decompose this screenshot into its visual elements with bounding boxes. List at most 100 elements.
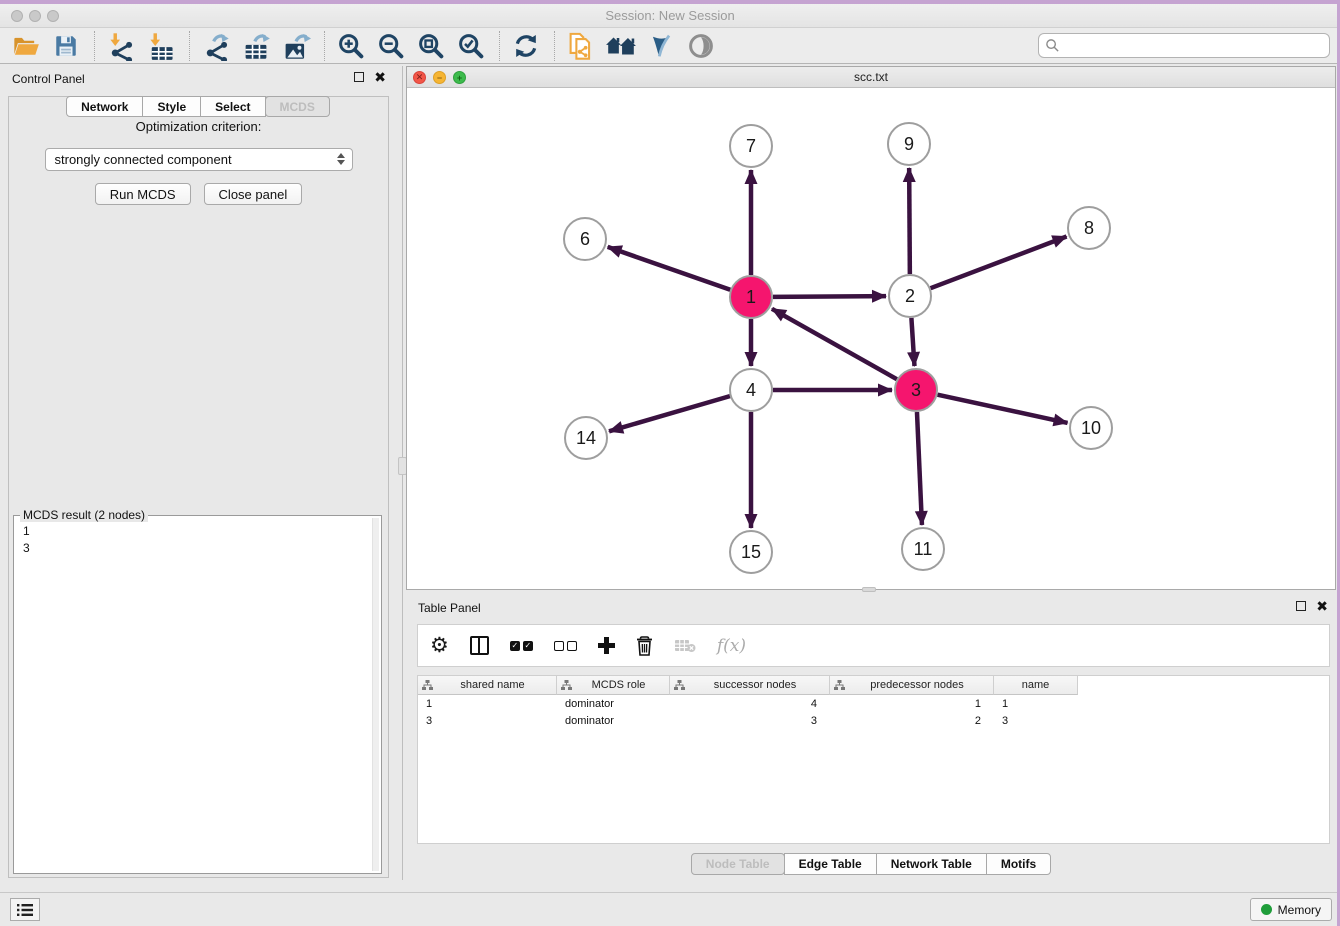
cell-name[interactable]: 1 — [994, 698, 1078, 710]
sort-icon — [834, 680, 845, 690]
toolbar-separator — [554, 31, 555, 61]
tab-network-table[interactable]: Network Table — [876, 853, 987, 875]
cell-mcds-role[interactable]: dominator — [557, 715, 670, 727]
cell-predecessor-nodes[interactable]: 2 — [830, 715, 994, 727]
export-image-icon[interactable] — [280, 30, 312, 62]
column-header-mcds-role[interactable]: MCDS role — [557, 676, 670, 695]
hide-details-icon[interactable] — [645, 30, 677, 62]
zoom-in-icon[interactable] — [335, 30, 367, 62]
tab-mcds[interactable]: MCDS — [265, 96, 330, 117]
toolbar-separator — [189, 31, 190, 61]
memory-label: Memory — [1278, 903, 1321, 917]
zoom-fit-icon[interactable] — [415, 30, 447, 62]
column-header-name[interactable]: name — [994, 676, 1078, 695]
node-table: shared name MCDS role successor nodes pr… — [417, 675, 1330, 844]
cell-successor-nodes[interactable]: 4 — [670, 698, 830, 710]
column-header-shared-name[interactable]: shared name — [418, 676, 557, 695]
graph-edge-4-14[interactable] — [609, 396, 730, 431]
mcds-result-list[interactable]: 1 3 — [17, 519, 371, 870]
network-graph[interactable]: 7968124314101511 — [407, 88, 1335, 589]
delete-row-icon[interactable] — [636, 636, 653, 656]
close-panel-icon[interactable]: ✖ — [374, 72, 386, 82]
network-window-titlebar[interactable]: ✕ − + scc.txt — [407, 67, 1335, 88]
float-table-panel-icon[interactable] — [1296, 601, 1306, 611]
search-icon — [1045, 38, 1060, 53]
tab-style[interactable]: Style — [142, 96, 201, 117]
graph-node-label-7: 7 — [746, 136, 756, 156]
table-row[interactable]: 3 dominator 3 2 3 — [418, 712, 1329, 729]
open-session-icon[interactable] — [10, 30, 42, 62]
network-resize-grip[interactable] — [862, 587, 876, 592]
cell-mcds-role[interactable]: dominator — [557, 698, 670, 710]
column-header-predecessor-nodes[interactable]: predecessor nodes — [830, 676, 994, 695]
tab-node-table[interactable]: Node Table — [691, 853, 785, 875]
close-table-panel-icon[interactable]: ✖ — [1316, 601, 1328, 611]
network-window-title: scc.txt — [407, 70, 1335, 84]
show-details-icon[interactable] — [685, 30, 717, 62]
optimization-criterion-value: strongly connected component — [55, 152, 232, 167]
network-from-selection-icon[interactable] — [565, 30, 597, 62]
import-network-icon[interactable] — [105, 30, 137, 62]
tab-select[interactable]: Select — [200, 96, 265, 117]
graph-edge-1-2[interactable] — [773, 296, 886, 297]
run-mcds-button[interactable]: Run MCDS — [95, 183, 191, 205]
tab-motifs[interactable]: Motifs — [986, 853, 1051, 875]
cell-shared-name[interactable]: 1 — [418, 698, 557, 710]
zoom-out-icon[interactable] — [375, 30, 407, 62]
result-scrollbar[interactable] — [372, 518, 379, 871]
search-field[interactable] — [1038, 33, 1330, 58]
zoom-selected-icon[interactable] — [455, 30, 487, 62]
graph-node-label-15: 15 — [741, 542, 761, 562]
close-panel-button[interactable]: Close panel — [204, 183, 303, 205]
graph-edge-2-3[interactable] — [911, 318, 914, 366]
memory-button[interactable]: Memory — [1250, 898, 1332, 921]
cell-shared-name[interactable]: 3 — [418, 715, 557, 727]
cell-name[interactable]: 3 — [994, 715, 1078, 727]
search-input[interactable] — [1060, 34, 1329, 57]
toolbar-separator — [499, 31, 500, 61]
graph-node-label-9: 9 — [904, 134, 914, 154]
cell-successor-nodes[interactable]: 3 — [670, 715, 830, 727]
table-panel: Table Panel ✖ ⚙ ✓✓ f(x) shared name MCDS… — [406, 596, 1336, 888]
graph-edge-3-1[interactable] — [772, 309, 897, 379]
task-history-button[interactable] — [10, 898, 40, 921]
toolbar-separator — [324, 31, 325, 61]
sort-icon — [422, 680, 433, 690]
table-header-row: shared name MCDS role successor nodes pr… — [418, 676, 1329, 695]
optimization-criterion-select[interactable]: strongly connected component — [45, 148, 353, 171]
add-row-icon[interactable] — [598, 637, 615, 654]
table-tabs: Node Table Edge Table Network Table Moti… — [406, 853, 1336, 875]
cell-predecessor-nodes[interactable]: 1 — [830, 698, 994, 710]
export-network-icon[interactable] — [200, 30, 232, 62]
graph-edge-3-11[interactable] — [917, 412, 922, 525]
graph-edge-2-9[interactable] — [909, 168, 910, 274]
table-settings-icon[interactable]: ⚙ — [430, 636, 449, 656]
graph-edge-2-8[interactable] — [931, 237, 1067, 289]
optimization-criterion-label: Optimization criterion: — [9, 119, 388, 134]
mcds-result-line: 1 — [23, 523, 371, 540]
graph-edge-1-6[interactable] — [608, 247, 731, 290]
desktop-edge-top — [0, 0, 1340, 4]
export-table-icon[interactable] — [240, 30, 272, 62]
import-table-icon[interactable] — [145, 30, 177, 62]
mcds-result-box: MCDS result (2 nodes) 1 3 — [13, 515, 382, 874]
tab-network[interactable]: Network — [66, 96, 143, 117]
control-panel: Control Panel ✖ Network Style Select MCD… — [0, 66, 396, 880]
split-columns-icon[interactable] — [470, 636, 489, 655]
refresh-view-icon[interactable] — [510, 30, 542, 62]
select-all-columns-icon[interactable]: ✓✓ — [510, 641, 533, 651]
table-row[interactable]: 1 dominator 4 1 1 — [418, 695, 1329, 712]
home-networks-icon[interactable] — [605, 30, 637, 62]
save-session-icon[interactable] — [50, 30, 82, 62]
column-header-successor-nodes[interactable]: successor nodes — [670, 676, 830, 695]
deselect-all-columns-icon[interactable] — [554, 641, 577, 651]
network-canvas[interactable]: 7968124314101511 — [407, 88, 1335, 589]
window-titlebar: Session: New Session — [0, 4, 1340, 28]
table-toolbar: ⚙ ✓✓ f(x) — [417, 624, 1330, 667]
tab-edge-table[interactable]: Edge Table — [784, 853, 877, 875]
graph-node-label-1: 1 — [746, 287, 756, 307]
float-panel-icon[interactable] — [354, 72, 364, 82]
sort-icon — [674, 680, 685, 690]
control-panel-tabs: Network Style Select MCDS — [0, 96, 396, 117]
graph-edge-3-10[interactable] — [937, 395, 1067, 423]
